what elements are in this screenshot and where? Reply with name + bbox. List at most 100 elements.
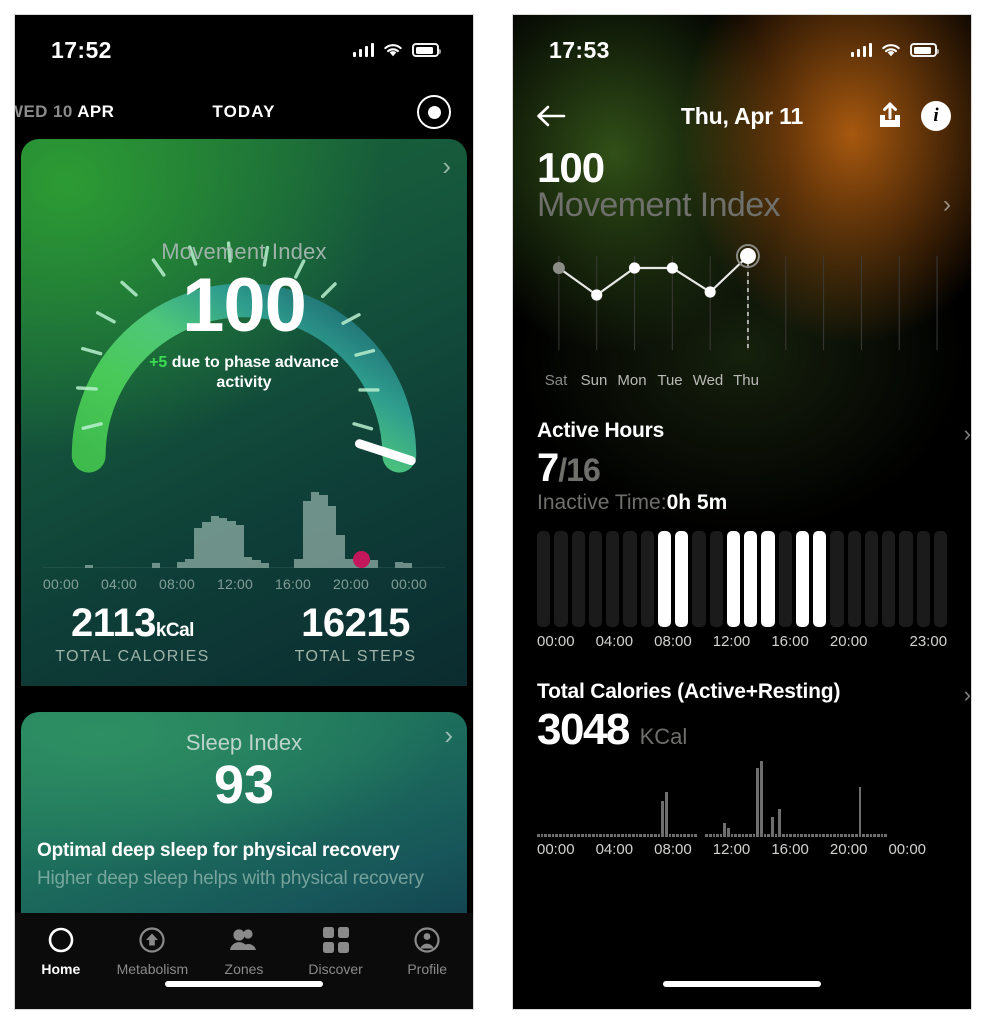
active-hours-section[interactable]: Active Hours › 7/16 Inactive Time:0h 5m … — [513, 419, 971, 650]
calories-bar — [880, 833, 884, 838]
chevron-right-icon[interactable]: › — [964, 421, 971, 447]
inactive-hour-bar — [778, 530, 792, 627]
sleep-index-card[interactable]: › Sleep Index 93 Optimal deep sleep for … — [21, 712, 467, 942]
calories-bar — [851, 833, 855, 838]
histogram-bar — [419, 567, 429, 568]
axis-tick: 04:00 — [101, 576, 138, 592]
inactive-hour-bar — [588, 530, 602, 627]
inactive-time-value: 0h 5m — [666, 490, 728, 514]
phone-right-detail-screen: 17:53 Thu, Apr 11 i 100 Movement Index ›… — [512, 14, 972, 1010]
total-calories-value: 3048 KCal — [537, 705, 947, 754]
chevron-right-icon[interactable]: › — [964, 682, 971, 708]
share-upload-icon[interactable] — [875, 101, 905, 131]
status-indicators — [850, 43, 939, 58]
chevron-right-icon[interactable]: › — [943, 191, 951, 219]
active-hour-bar — [726, 530, 740, 627]
today-label[interactable]: TODAY — [15, 102, 473, 122]
movement-index-section[interactable]: 100 Movement Index › Sat Sun Mon Tue Wed Thu — [513, 144, 971, 389]
total-calories-section[interactable]: Total Calories (Active+Resting) › 3048 K… — [513, 680, 971, 858]
gauge-arc — [71, 283, 417, 473]
week-axis-tick: Mon — [617, 371, 647, 389]
inactive-hour-bar — [692, 530, 706, 627]
movement-index-value: 100 — [537, 144, 605, 191]
calories-bar — [657, 833, 661, 838]
calories-bar — [675, 833, 679, 838]
histogram-bar — [202, 522, 211, 568]
tab-label: Zones — [224, 961, 264, 977]
active-hour-bar — [761, 530, 775, 627]
calories-bar — [745, 833, 749, 838]
histogram-bar — [101, 567, 110, 568]
data-point[interactable] — [740, 247, 756, 264]
discover-grid-icon — [322, 925, 350, 955]
histogram-bar — [327, 505, 337, 568]
data-point[interactable] — [628, 261, 641, 274]
calories-bar — [646, 833, 650, 838]
stat-unit: kCal — [155, 620, 195, 641]
histogram-bar — [378, 567, 387, 568]
axis-tick: 08:00 — [654, 632, 692, 650]
chevron-right-icon[interactable]: › — [444, 722, 453, 748]
info-icon[interactable]: i — [921, 101, 951, 131]
calories-bar — [580, 833, 584, 838]
data-point[interactable] — [552, 261, 565, 274]
battery-icon — [910, 43, 939, 57]
calories-bar — [734, 833, 738, 838]
calories-bar — [825, 833, 829, 838]
histogram-bar — [193, 528, 203, 568]
data-point[interactable] — [591, 288, 603, 301]
calories-bar — [624, 833, 628, 838]
zones-people-icon — [228, 925, 260, 955]
status-bar-right: 17:53 — [513, 15, 971, 85]
calories-bar — [833, 833, 836, 838]
status-indicators — [352, 43, 441, 58]
calories-bar — [664, 792, 668, 838]
calories-axis: 00:00 04:00 08:00 12:00 16:00 20:00 00:00 — [537, 841, 947, 858]
calories-bar — [727, 828, 730, 838]
histogram-bar — [344, 558, 353, 568]
wifi-icon — [882, 43, 900, 56]
inactive-hour-bar — [623, 530, 637, 627]
tab-profile[interactable]: Profile — [381, 925, 473, 977]
calories-bar — [705, 833, 708, 838]
calories-bar — [537, 833, 540, 838]
nav-actions: i — [875, 101, 951, 131]
calories-bar — [877, 833, 880, 838]
movement-stat: 16215 TOTAL STEPS — [244, 601, 467, 666]
histogram-bar — [386, 567, 395, 568]
inactive-hour-bar — [709, 530, 723, 627]
axis-tick: 16:00 — [771, 632, 809, 650]
movement-index-card[interactable]: › Movement Index 100 +5 due to phase adv… — [21, 139, 467, 686]
histogram-bar — [311, 492, 320, 568]
data-point[interactable] — [666, 261, 678, 274]
tab-home[interactable]: Home — [15, 925, 107, 977]
active-hour-bar — [813, 530, 827, 627]
calories-bar — [661, 801, 664, 838]
tab-zones[interactable]: Zones — [198, 925, 290, 977]
calories-bar — [836, 833, 840, 838]
movement-week-line-chart — [537, 242, 947, 370]
data-point[interactable] — [704, 285, 716, 298]
tab-metabolism[interactable]: Metabolism — [107, 925, 199, 977]
calories-bar — [562, 833, 566, 838]
inactive-hour-bar — [554, 530, 568, 627]
sleep-title: Sleep Index — [185, 730, 303, 755]
target-ring-icon[interactable] — [417, 95, 451, 129]
axis-tick: 12:00 — [217, 576, 254, 592]
histogram-bar — [235, 525, 244, 568]
histogram-bar — [394, 561, 404, 568]
inactive-hour-bar — [537, 530, 551, 627]
histogram-bar — [294, 558, 303, 568]
detail-content: 17:53 Thu, Apr 11 i 100 Movement Index ›… — [513, 15, 971, 858]
histogram-bar — [218, 517, 228, 568]
calories-bar — [781, 833, 785, 838]
histogram-bar — [126, 567, 136, 568]
tab-discover[interactable]: Discover — [290, 925, 382, 977]
home-indicator — [663, 981, 821, 987]
axis-tick: 04:00 — [595, 841, 634, 859]
calories-bar — [654, 833, 657, 838]
histogram-bar — [411, 567, 420, 568]
home-ring-icon — [46, 925, 76, 955]
axis-tick: 04:00 — [595, 632, 634, 650]
histogram-bar — [227, 520, 236, 568]
